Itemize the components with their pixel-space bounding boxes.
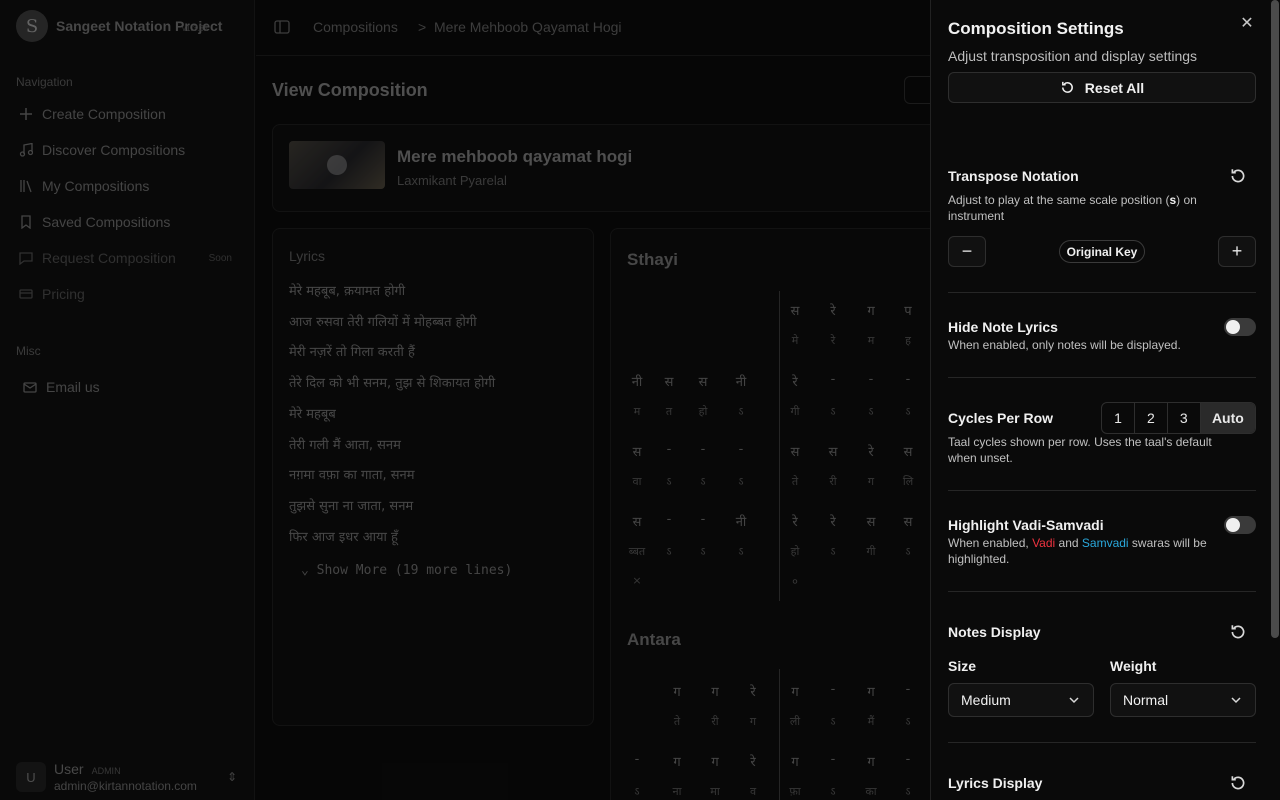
vadi-toggle[interactable] [1224, 516, 1256, 534]
transpose-reset-icon[interactable] [1229, 167, 1247, 185]
weight-label: Weight [1110, 658, 1157, 674]
cycles-title: Cycles Per Row [948, 410, 1054, 426]
divider [948, 591, 1256, 592]
composition-settings-panel: Composition Settings Adjust transpositio… [930, 0, 1280, 800]
panel-title: Composition Settings [948, 19, 1124, 38]
key-label: Original Key [1059, 240, 1145, 263]
transpose-title: Transpose Notation [948, 168, 1079, 184]
vadi-description: When enabled, Vadi and Samvadi swaras wi… [948, 536, 1207, 566]
reset-all-label: Reset All [1084, 79, 1145, 96]
app-root: S Sangeet Notation Project v1.3.31 Navig… [0, 0, 1280, 800]
cycles-option-auto[interactable]: Auto [1200, 403, 1255, 433]
cycles-option-1[interactable]: 1 [1102, 403, 1135, 433]
cycles-option-3[interactable]: 3 [1168, 403, 1201, 433]
notes-display-reset-icon[interactable] [1229, 623, 1247, 641]
vadi-title: Highlight Vadi-Samvadi [948, 517, 1104, 533]
divider [948, 742, 1256, 743]
reset-icon [1061, 81, 1073, 93]
size-value: Medium [961, 692, 1011, 708]
divider [948, 490, 1256, 491]
hide-lyrics-description: When enabled, only notes will be display… [948, 338, 1181, 352]
close-icon[interactable]: ✕ [1237, 14, 1257, 34]
size-select[interactable]: Medium [948, 683, 1094, 717]
transpose-up-button[interactable]: + [1218, 236, 1256, 267]
hide-lyrics-toggle[interactable] [1224, 318, 1256, 336]
toggle-knob [1226, 320, 1240, 334]
notes-display-title: Notes Display [948, 624, 1041, 640]
panel-subtitle: Adjust transposition and display setting… [948, 48, 1198, 64]
toggle-knob [1226, 518, 1240, 532]
panel-scrollbar[interactable] [1271, 0, 1279, 638]
modal-overlay[interactable] [0, 0, 930, 800]
cycles-description: Taal cycles shown per row. Uses the taal… [948, 435, 1212, 465]
chevron-down-icon [1069, 697, 1079, 704]
divider [948, 292, 1256, 293]
weight-select[interactable]: Normal [1110, 683, 1256, 717]
cycles-option-2[interactable]: 2 [1135, 403, 1168, 433]
lyrics-display-reset-icon[interactable] [1229, 774, 1247, 792]
reset-all-button[interactable]: Reset All [948, 72, 1256, 103]
lyrics-display-title: Lyrics Display [948, 775, 1043, 791]
size-label: Size [948, 658, 977, 674]
weight-value: Normal [1123, 692, 1169, 708]
divider [948, 377, 1256, 378]
hide-lyrics-title: Hide Note Lyrics [948, 319, 1058, 335]
transpose-description: Adjust to play at the same scale positio… [948, 193, 1197, 223]
cycles-segmented-control: 1 2 3 Auto [1101, 402, 1256, 434]
transpose-down-button[interactable]: − [948, 236, 986, 267]
chevron-down-icon [1231, 697, 1241, 704]
